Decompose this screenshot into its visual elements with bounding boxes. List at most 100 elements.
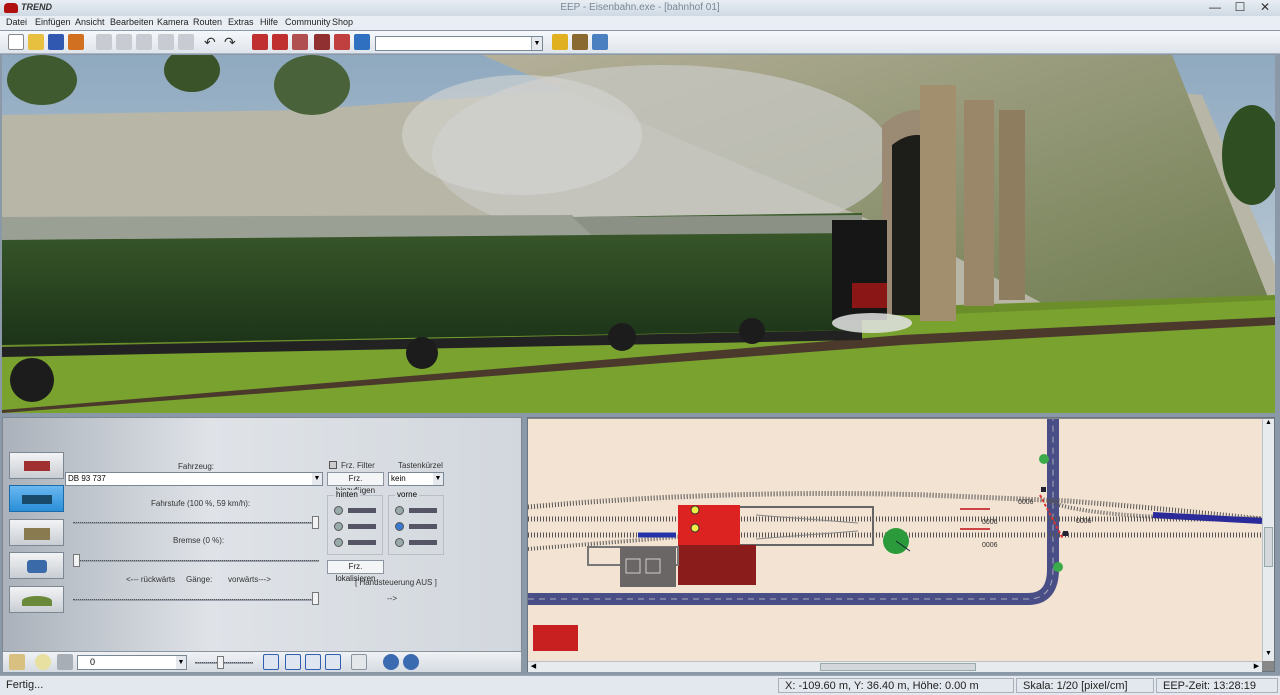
horizontal-scroll-thumb[interactable] [820,663,976,671]
menu-routen[interactable]: Routen [193,17,222,27]
undo-icon[interactable]: ↶ [204,34,220,50]
duplicate-icon[interactable] [158,34,174,50]
coupling-icon [409,540,437,545]
brake-slider-track[interactable] [73,560,319,562]
speed-slider-thumb[interactable] [312,516,319,529]
gear-slider-thumb[interactable] [312,592,319,605]
window-title: EEP - Eisenbahn.exe - [bahnhof 01] [560,2,720,13]
toolbar-combo[interactable]: ▼ [375,36,543,51]
bottom-toolbar: 0 ▼ [2,651,522,673]
edit-icon[interactable] [9,654,25,670]
open-folder-icon[interactable] [28,34,44,50]
track-rail-icon[interactable] [252,34,268,50]
gears-label: Gänge: [186,575,213,584]
scroll-right-icon[interactable]: ▶ [1251,662,1262,672]
front-radio-2[interactable] [395,522,404,531]
camera-select[interactable]: 0 ▼ [77,655,187,670]
menu-einfuegen[interactable]: Einfügen [35,17,71,27]
zoom-slider-thumb[interactable] [217,656,224,669]
track-tram-icon[interactable] [272,34,288,50]
zoom-slider-track[interactable] [195,662,253,664]
fastest-forward-icon[interactable] [325,654,341,670]
landscape-icon[interactable] [552,34,568,50]
map-horizontal-scrollbar[interactable]: ◀ ▶ [528,661,1262,672]
chevron-down-icon[interactable]: ▼ [433,473,443,485]
redo-icon[interactable]: ↷ [224,34,240,50]
scroll-left-icon[interactable]: ◀ [528,662,539,672]
add-vehicle-button[interactable]: Frz. hinzufügen [327,472,384,495]
track-plan-map[interactable]: 0006 0006 0006 0006 [528,419,1262,661]
fast-forward-icon[interactable] [305,654,321,670]
structure-icon[interactable] [354,34,370,50]
menu-community[interactable]: Community [285,17,331,27]
coupling-icon [348,524,376,529]
rear-radio-1[interactable] [334,506,343,515]
close-button[interactable]: ✕ [1253,0,1277,16]
lightbulb-icon[interactable] [35,654,51,670]
menu-bearbeiten[interactable]: Bearbeiten [110,17,154,27]
info-icon[interactable] [592,34,608,50]
menu-datei[interactable]: Datei [6,17,27,27]
shortcut-select[interactable]: kein ▼ [388,472,444,486]
settings-icon[interactable] [351,654,367,670]
menu-extras[interactable]: Extras [228,17,254,27]
front-radio-3[interactable] [395,538,404,547]
vertical-scroll-thumb[interactable] [1264,527,1273,567]
speed-slider-track[interactable] [73,522,319,524]
signal-label: 0006 [982,519,998,526]
rear-radio-3[interactable] [334,538,343,547]
menu-hilfe[interactable]: Hilfe [260,17,278,27]
minimize-button[interactable]: — [1203,0,1227,16]
signal-icon[interactable] [334,34,350,50]
sound-icon[interactable] [57,654,73,670]
map-vertical-scrollbar[interactable]: ▲ ▼ [1262,419,1274,661]
signal-label: 0006 [1018,499,1034,506]
mode-button-loco[interactable] [9,452,64,479]
chevron-down-icon[interactable]: ▼ [312,473,322,485]
play-icon[interactable] [285,654,301,670]
rolling-stock-icon[interactable] [314,34,330,50]
brake-label: Bremse (0 %): [173,536,225,545]
scroll-up-icon[interactable]: ▲ [1263,419,1274,430]
menu-ansicht[interactable]: Ansicht [75,17,105,27]
brake-slider-thumb[interactable] [73,554,80,567]
zoom-in-icon[interactable] [383,654,399,670]
coupling-icon [409,524,437,529]
3d-view[interactable] [2,55,1275,413]
mode-button-goods[interactable] [9,519,64,546]
locomotive-icon [24,461,50,471]
tools-icon[interactable] [572,34,588,50]
filter-checkbox[interactable] [329,461,337,469]
mode-button-train[interactable] [9,485,64,512]
front-couplings-group: vorne [388,490,444,555]
front-label: vorne [395,490,420,499]
vehicle-select[interactable]: DB 93 737 ▼ [65,472,323,486]
rear-radio-2[interactable] [334,522,343,531]
chevron-down-icon[interactable]: ▼ [531,37,542,50]
mode-button-landscape[interactable] [9,586,64,613]
zoom-out-icon[interactable] [403,654,419,670]
menu-shop[interactable]: Shop [332,17,353,27]
cut-icon[interactable] [136,34,152,50]
copy-icon[interactable] [96,34,112,50]
mode-button-camera[interactable] [9,552,64,579]
save-as-icon[interactable] [68,34,84,50]
chevron-down-icon[interactable]: ▼ [176,656,186,669]
gear-slider-track[interactable] [73,599,319,601]
save-icon[interactable] [48,34,64,50]
locate-vehicle-button[interactable]: Frz. lokalisieren [327,560,384,583]
shortcut-label: Tastenkürzel [398,461,443,470]
new-file-icon[interactable] [8,34,24,50]
scroll-down-icon[interactable]: ▼ [1263,650,1274,661]
crane-icon [24,528,50,540]
paste-icon[interactable] [116,34,132,50]
track-road-icon[interactable] [292,34,308,50]
signal-label: 0006 [1076,518,1092,525]
pause-icon[interactable] [263,654,279,670]
front-radio-1[interactable] [395,506,404,515]
print-icon[interactable] [178,34,194,50]
reverse-label: <--- rückwärts [126,575,176,584]
status-ready: Fertig... [6,679,44,691]
maximize-button[interactable]: ☐ [1228,0,1252,16]
menu-kamera[interactable]: Kamera [157,17,189,27]
